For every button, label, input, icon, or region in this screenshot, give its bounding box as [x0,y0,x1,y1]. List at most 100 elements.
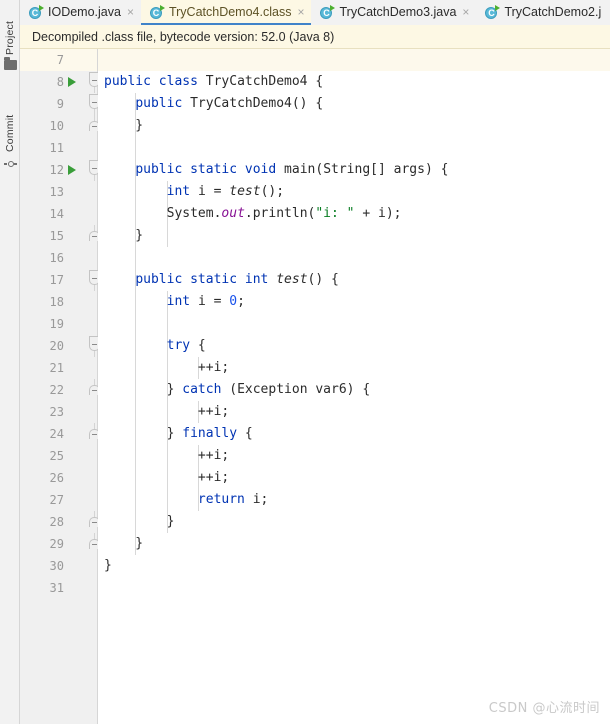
left-tool-strip: Project Commit [0,0,20,724]
gutter-row[interactable]: 17 [20,269,100,291]
gutter-row[interactable]: 8 [20,71,100,93]
code-line[interactable]: } [98,511,610,533]
line-number: 13 [49,185,64,199]
code-line[interactable] [98,577,610,599]
code-line[interactable] [98,49,610,71]
editor-area: C IODemo.java × C TryCatchDemo4.class × C TryCa… [20,0,610,724]
code-line[interactable]: } [98,115,610,137]
gutter-row[interactable]: 23 [20,401,97,423]
commit-node-icon [4,157,17,170]
code-editor[interactable]: 7 8 9 10 11 12 13 14 15 16 17 18 19 20 21 22 23 24 25 26 27 2… [20,49,610,724]
code-line[interactable]: public static void main(String[] args) { [98,159,610,181]
code-line[interactable] [98,247,610,269]
gutter-row[interactable]: 21 [20,357,97,379]
line-number: 27 [49,493,64,507]
code-line[interactable]: int i = test(); [98,181,610,203]
line-number: 8 [56,75,64,89]
line-number: 7 [56,53,64,67]
code-line[interactable]: try { [98,335,610,357]
code-line[interactable]: ++i; [98,467,610,489]
gutter-row[interactable]: 11 [20,137,97,159]
code-line[interactable]: } [98,225,610,247]
line-number: 22 [49,383,64,397]
line-number: 16 [49,251,64,265]
line-number: 23 [49,405,64,419]
run-gutter-icon[interactable] [68,77,76,87]
line-number: 25 [49,449,64,463]
code-line[interactable]: ++i; [98,445,610,467]
code-line[interactable]: public class TryCatchDemo4 { [98,71,610,93]
close-icon[interactable]: × [296,0,304,25]
folder-icon [4,57,17,70]
close-icon[interactable]: × [126,0,134,25]
tool-window-button-project[interactable]: Project [0,3,20,55]
editor-tab-label: TryCatchDemo3.java [339,5,457,19]
code-line[interactable]: } [98,533,610,555]
gutter-row[interactable]: 18 [20,291,97,313]
line-number: 21 [49,361,64,375]
gutter-row[interactable]: 29 [20,533,100,555]
code-line[interactable]: ++i; [98,401,610,423]
line-number: 15 [49,229,64,243]
editor-tab-label: TryCatchDemo2.j [504,5,602,19]
code-content[interactable]: public class TryCatchDemo4 { public TryC… [98,49,610,724]
gutter-row[interactable]: 25 [20,445,97,467]
gutter-row[interactable]: 14 [20,203,97,225]
code-line[interactable] [98,313,610,335]
code-line[interactable]: } catch (Exception var6) { [98,379,610,401]
gutter-row[interactable]: 24 [20,423,100,445]
java-class-icon: C [320,4,336,20]
line-number: 17 [49,273,64,287]
code-line[interactable]: ++i; [98,357,610,379]
code-line[interactable]: System.out.println("i: " + i); [98,203,610,225]
line-number: 19 [49,317,64,331]
line-number: 10 [49,119,64,133]
code-line[interactable] [98,137,610,159]
gutter-row[interactable]: 13 [20,181,97,203]
code-line[interactable]: return i; [98,489,610,511]
code-line[interactable]: } [98,555,610,577]
gutter-row[interactable]: 28 [20,511,100,533]
line-number: 31 [49,581,64,595]
watermark: CSDN @心流时间 [488,701,600,716]
gutter-row[interactable]: 10 [20,115,100,137]
gutter-row[interactable]: 9 [20,93,100,115]
line-number: 14 [49,207,64,221]
line-number: 26 [49,471,64,485]
editor-tab-label: TryCatchDemo4.class [168,5,292,19]
java-class-icon: C [485,4,501,20]
gutter-row[interactable]: 31 [20,577,97,599]
java-class-icon: C [29,4,44,20]
code-line[interactable]: int i = 0; [98,291,610,313]
gutter-row[interactable]: 30 [20,555,97,577]
editor-tab-bar: C IODemo.java × C TryCatchDemo4.class × C TryCa… [20,0,610,25]
gutter-row[interactable]: 15 [20,225,100,247]
code-line[interactable]: } finally { [98,423,610,445]
code-line[interactable]: public TryCatchDemo4() { [98,93,610,115]
editor-tab-0[interactable]: C IODemo.java × [20,0,141,25]
ide-window: Project Commit C IODemo.java × C TryCatchDem… [0,0,610,724]
line-number: 20 [49,339,64,353]
line-number: 9 [56,97,64,111]
gutter-row[interactable]: 19 [20,313,97,335]
gutter-row[interactable]: 20 [20,335,100,357]
tool-window-button-commit[interactable]: Commit [0,100,20,152]
gutter-row[interactable]: 7 [20,49,97,71]
line-number: 30 [49,559,64,573]
gutter-row[interactable]: 26 [20,467,97,489]
editor-tab-1[interactable]: C TryCatchDemo4.class × [140,0,312,25]
gutter-row[interactable]: 16 [20,247,97,269]
gutter-row[interactable]: 12 [20,159,100,181]
run-gutter-icon[interactable] [68,165,76,175]
editor-tab-3[interactable]: C TryCatchDemo2.j [476,0,609,25]
code-line[interactable]: public static int test() { [98,269,610,291]
line-number: 18 [49,295,64,309]
close-icon[interactable]: × [461,0,469,25]
line-number: 12 [49,163,64,177]
gutter-row[interactable]: 22 [20,379,100,401]
editor-gutter[interactable]: 7 8 9 10 11 12 13 14 15 16 17 18 19 20 21 22 23 24 25 26 27 2… [20,49,100,724]
editor-tab-2[interactable]: C TryCatchDemo3.java × [311,0,477,25]
editor-tab-label: IODemo.java [48,5,121,19]
gutter-row[interactable]: 27 [20,489,97,511]
line-number: 11 [49,141,64,155]
